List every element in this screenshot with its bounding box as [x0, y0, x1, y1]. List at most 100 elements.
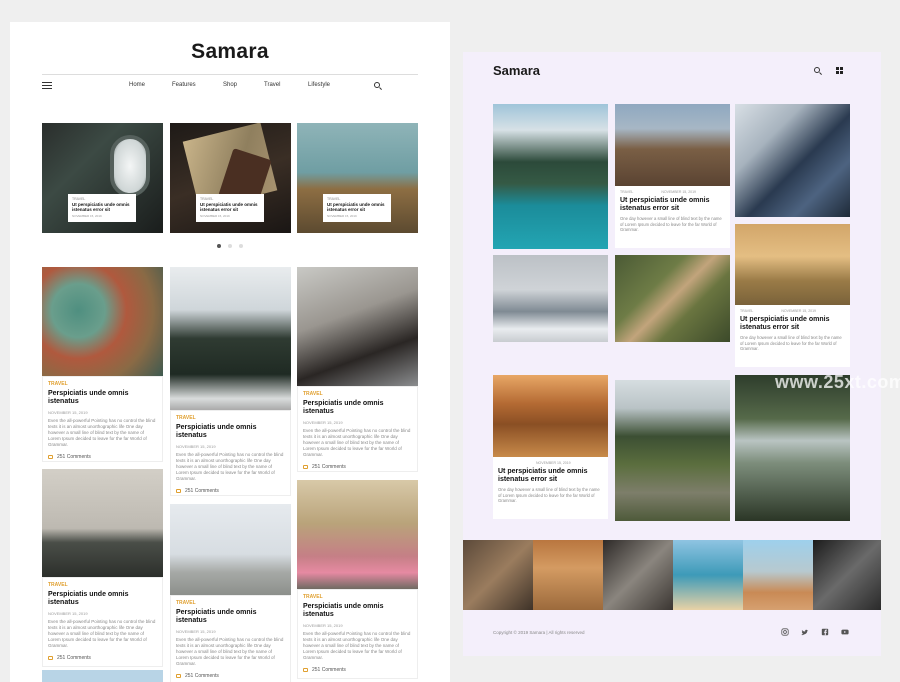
- post-category[interactable]: TRAVEL: [303, 391, 412, 397]
- post-comments[interactable]: 251 Comments: [176, 673, 285, 679]
- instagram-photo[interactable]: [673, 540, 743, 610]
- post-card[interactable]: TRAVEL Perspiciatis unde omnis istenatus…: [42, 376, 163, 462]
- card-excerpt: One day however a small line of blind te…: [620, 216, 722, 233]
- post-title[interactable]: Perspiciatis unde omnis istenatus: [303, 400, 412, 417]
- post-title[interactable]: Perspiciatis unde omnis istenatus: [176, 609, 285, 626]
- card-date: NOVEMBER 15, 2019: [661, 190, 696, 194]
- post-image-havana-car[interactable]: [297, 480, 418, 589]
- post-image-partial[interactable]: [42, 670, 163, 682]
- card-title[interactable]: Ut perspiciatis unde omnis istenatus err…: [498, 468, 603, 484]
- slide-title[interactable]: Ut perspiciatis unde omnis istenatus err…: [72, 202, 132, 213]
- facebook-icon[interactable]: [821, 628, 829, 636]
- post-title[interactable]: Perspiciatis unde omnis istenatus: [303, 603, 412, 620]
- youtube-icon[interactable]: [841, 628, 849, 636]
- instagram-photo[interactable]: [533, 540, 603, 610]
- post-image-world-map[interactable]: [42, 267, 163, 376]
- post-comments[interactable]: 251 Comments: [48, 454, 157, 460]
- grid-image-mountain-road[interactable]: [615, 380, 730, 521]
- grid-image-aerial-road[interactable]: [615, 255, 730, 342]
- post-category[interactable]: TRAVEL: [48, 582, 157, 588]
- comments-count[interactable]: 251 Comments: [312, 667, 346, 673]
- slide-title[interactable]: Ut perspiciatis unde omnis istenatus err…: [327, 202, 387, 213]
- grid-view-icon[interactable]: [836, 67, 843, 74]
- instagram-icon[interactable]: [781, 628, 789, 636]
- post-card[interactable]: TRAVEL Perspiciatis unde omnis istenatus…: [297, 589, 418, 679]
- comments-count[interactable]: 251 Comments: [312, 464, 346, 470]
- slider-dot-active[interactable]: [217, 244, 221, 248]
- post-card[interactable]: TRAVEL Perspiciatis unde omnis istenatus…: [42, 577, 163, 667]
- search-icon[interactable]: [374, 82, 380, 88]
- post-title[interactable]: Perspiciatis unde omnis istenatus: [48, 390, 157, 407]
- comments-count[interactable]: 251 Comments: [57, 454, 91, 460]
- grid-card[interactable]: TRAVEL NOVEMBER 15, 2019 Ut perspiciatis …: [615, 186, 730, 248]
- instagram-photo[interactable]: [603, 540, 673, 610]
- post-excerpt: Even the all-powerful Pointing has no co…: [176, 636, 284, 667]
- comment-icon: [303, 464, 308, 469]
- nav-lifestyle[interactable]: Lifestyle: [308, 82, 330, 88]
- post-comments[interactable]: 251 Comments: [48, 655, 157, 661]
- card-category[interactable]: TRAVEL: [740, 309, 753, 313]
- slide-card[interactable]: TRAVEL Ut perspiciatis unde omnis istena…: [196, 194, 264, 222]
- slide-category: TRAVEL: [327, 197, 341, 201]
- post-date: NOVEMBER 15, 2019: [176, 443, 216, 449]
- post-comments[interactable]: 251 Comments: [303, 464, 412, 470]
- post-card[interactable]: TRAVEL Perspiciatis unde omnis istenatus…: [297, 386, 418, 472]
- grid-image-mountain-lake[interactable]: [493, 104, 608, 249]
- card-title[interactable]: Ut perspiciatis unde omnis istenatus err…: [740, 316, 845, 332]
- post-image-city-photographer[interactable]: [297, 267, 418, 386]
- card-meta: TRAVEL NOVEMBER 15, 2019: [740, 309, 845, 313]
- nav-home[interactable]: Home: [129, 82, 145, 88]
- post-excerpt: Even the all-powerful Pointing has no co…: [303, 630, 411, 661]
- grid-card[interactable]: NOVEMBER 15, 2019 Ut perspiciatis unde o…: [493, 457, 608, 519]
- post-category[interactable]: TRAVEL: [303, 594, 412, 600]
- post-title[interactable]: Perspiciatis unde omnis istenatus: [176, 424, 285, 441]
- nav-travel[interactable]: Travel: [264, 82, 280, 88]
- comments-count[interactable]: 251 Comments: [185, 673, 219, 679]
- post-date: NOVEMBER 15, 2019: [303, 622, 343, 628]
- slide-date: NOVEMBER 15, 2019: [200, 213, 230, 218]
- slide-card[interactable]: TRAVEL Ut perspiciatis unde omnis istena…: [323, 194, 391, 222]
- comments-count[interactable]: 251 Comments: [185, 488, 219, 494]
- site-logo[interactable]: Samara: [10, 40, 450, 64]
- post-card[interactable]: TRAVEL Perspiciatis unde omnis istenatus…: [170, 410, 291, 496]
- search-icon[interactable]: [814, 67, 820, 73]
- hamburger-menu-icon[interactable]: [42, 82, 52, 89]
- card-title[interactable]: Ut perspiciatis unde omnis istenatus err…: [620, 197, 725, 213]
- grid-image-savanna-road[interactable]: [735, 224, 850, 305]
- twitter-icon[interactable]: [801, 628, 809, 636]
- slide-title[interactable]: Ut perspiciatis unde omnis istenatus err…: [200, 202, 260, 213]
- post-date: NOVEMBER 15, 2019: [176, 628, 216, 634]
- instagram-photo[interactable]: [813, 540, 881, 610]
- grid-card[interactable]: TRAVEL NOVEMBER 15, 2019 Ut perspiciatis …: [735, 305, 850, 367]
- post-title[interactable]: Perspiciatis unde omnis istenatus: [48, 591, 157, 608]
- comment-icon: [48, 454, 53, 459]
- post-card[interactable]: TRAVEL Perspiciatis unde omnis istenatus…: [170, 595, 291, 682]
- grid-image-parliament[interactable]: [615, 104, 730, 186]
- slider-dot[interactable]: [228, 244, 232, 248]
- post-category[interactable]: TRAVEL: [48, 381, 157, 387]
- grid-image-desert-hills[interactable]: [493, 375, 608, 457]
- post-category[interactable]: TRAVEL: [176, 600, 285, 606]
- slider-dot[interactable]: [239, 244, 243, 248]
- post-image-road[interactable]: [42, 469, 163, 577]
- post-image-forest-road[interactable]: [170, 267, 291, 410]
- post-date: NOVEMBER 15, 2019: [48, 409, 88, 415]
- site-logo[interactable]: Samara: [493, 63, 540, 78]
- instagram-photo[interactable]: [743, 540, 813, 610]
- grid-image-waterfall-swing[interactable]: [735, 375, 850, 521]
- card-meta: TRAVEL NOVEMBER 15, 2019: [620, 190, 725, 194]
- card-category[interactable]: TRAVEL: [620, 190, 633, 194]
- post-category[interactable]: TRAVEL: [176, 415, 285, 421]
- instagram-photo[interactable]: [463, 540, 533, 610]
- post-excerpt: Even the all-powerful Pointing has no co…: [48, 417, 156, 448]
- slide-card[interactable]: TRAVEL Ut perspiciatis unde omnis istena…: [68, 194, 136, 222]
- grid-image-snow-valley[interactable]: [493, 255, 608, 342]
- post-comments[interactable]: 251 Comments: [176, 488, 285, 494]
- comments-count[interactable]: 251 Comments: [57, 655, 91, 661]
- nav-shop[interactable]: Shop: [223, 82, 237, 88]
- watermark: www.25xt.com: [775, 372, 900, 392]
- nav-features[interactable]: Features: [172, 82, 196, 88]
- post-comments[interactable]: 251 Comments: [303, 667, 412, 673]
- grid-image-hiker-snow[interactable]: [735, 104, 850, 217]
- post-image-airport[interactable]: [170, 504, 291, 595]
